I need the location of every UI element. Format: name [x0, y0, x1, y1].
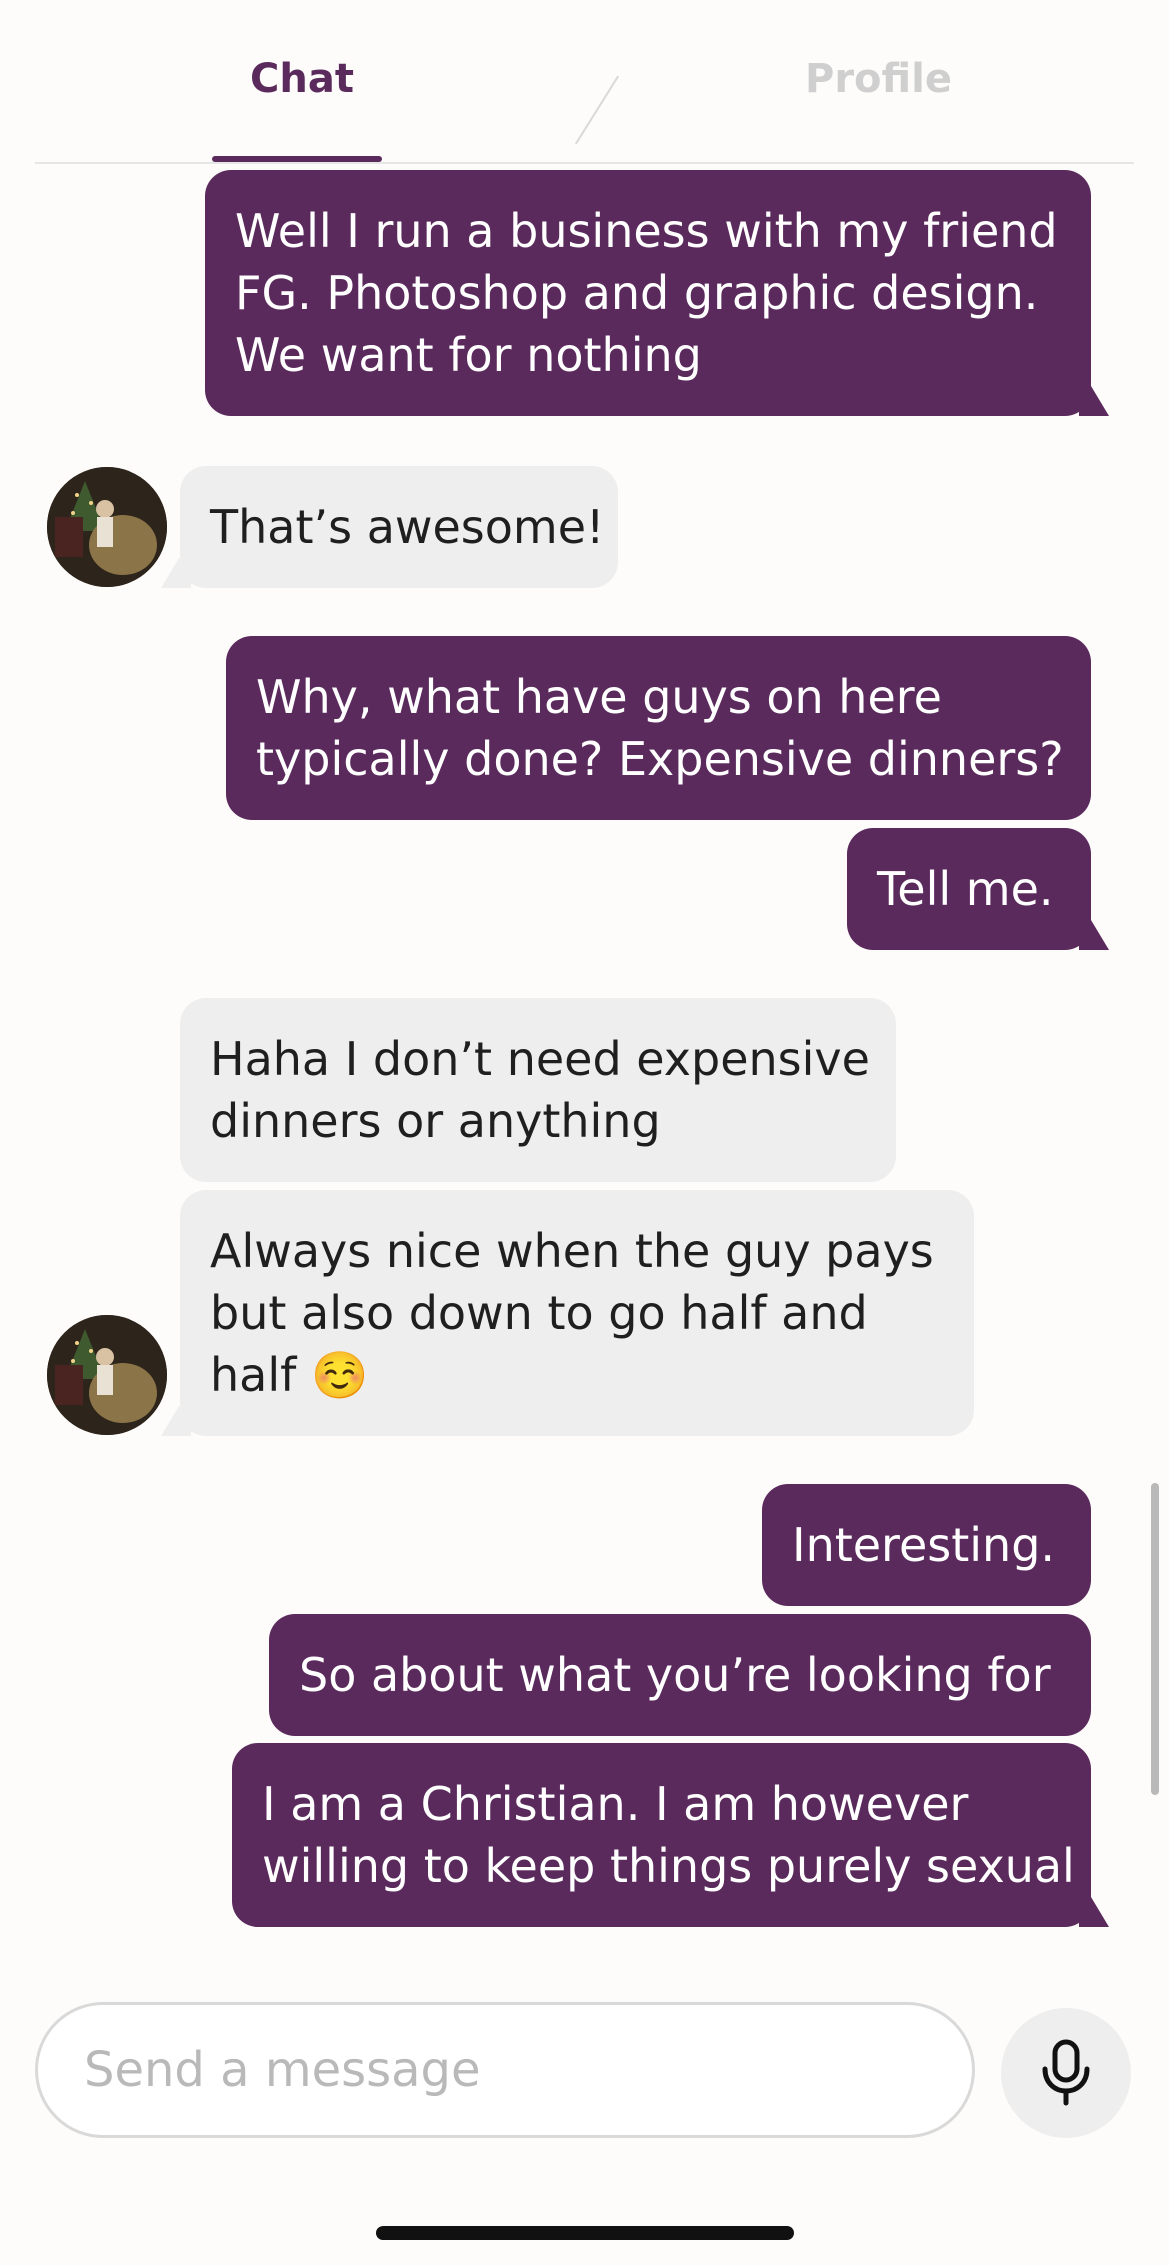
bubble-tail: [1079, 1897, 1109, 1927]
bubble-tail: [1079, 386, 1109, 416]
message-line: but also down to go half and: [210, 1286, 868, 1340]
message-line: Well I run a business with my friend: [235, 204, 1058, 258]
message-line: I am a Christian. I am however: [262, 1777, 969, 1831]
message-line: So about what you’re looking for: [299, 1648, 1051, 1702]
avatar[interactable]: [47, 1315, 167, 1435]
message-bubble-sent[interactable]: Interesting.: [762, 1484, 1091, 1606]
message-line: half ☺️: [210, 1348, 369, 1402]
message-line: That’s awesome!: [210, 500, 605, 554]
message-line: Tell me.: [877, 862, 1054, 916]
message-bubble-received[interactable]: Haha I don’t need expensive dinners or a…: [180, 998, 896, 1182]
scrollbar[interactable]: [1151, 1483, 1159, 1795]
message-line: willing to keep things purely sexual: [262, 1839, 1075, 1893]
tab-separator: [574, 75, 620, 145]
message-bubble-sent[interactable]: So about what you’re looking for: [269, 1614, 1091, 1736]
message-input[interactable]: [84, 2042, 972, 2098]
bubble-tail: [1079, 920, 1109, 950]
message-line: Always nice when the guy pays: [210, 1224, 934, 1278]
header-divider: [35, 162, 1134, 164]
tab-profile[interactable]: Profile: [805, 56, 952, 102]
bubble-tail: [161, 1406, 191, 1436]
message-composer: [35, 2002, 975, 2138]
mic-button[interactable]: [1001, 2008, 1131, 2138]
tab-chat[interactable]: Chat: [250, 56, 354, 102]
message-line: Haha I don’t need expensive: [210, 1032, 870, 1086]
message-bubble-sent[interactable]: Why, what have guys on here typically do…: [226, 636, 1091, 820]
tab-bar: Chat Profile: [0, 0, 1169, 164]
message-bubble-sent[interactable]: Tell me.: [847, 828, 1091, 950]
message-bubble-sent[interactable]: I am a Christian. I am however willing t…: [232, 1743, 1091, 1927]
avatar-photo: [47, 1315, 167, 1435]
microphone-icon: [1042, 2039, 1090, 2106]
message-line: Why, what have guys on here: [256, 670, 942, 724]
message-bubble-received[interactable]: That’s awesome!: [180, 466, 618, 588]
message-line: dinners or anything: [210, 1094, 661, 1148]
home-indicator: [376, 2226, 794, 2240]
message-line: typically done? Expensive dinners?: [256, 732, 1064, 786]
bubble-tail: [161, 558, 191, 588]
message-bubble-received[interactable]: Always nice when the guy pays but also d…: [180, 1190, 974, 1436]
message-line: FG. Photoshop and graphic design.: [235, 266, 1039, 320]
message-line: Interesting.: [792, 1518, 1056, 1572]
avatar-photo: [47, 467, 167, 587]
message-line: We want for nothing: [235, 328, 702, 382]
message-bubble-sent[interactable]: Well I run a business with my friend FG.…: [205, 170, 1091, 416]
avatar[interactable]: [47, 467, 167, 587]
